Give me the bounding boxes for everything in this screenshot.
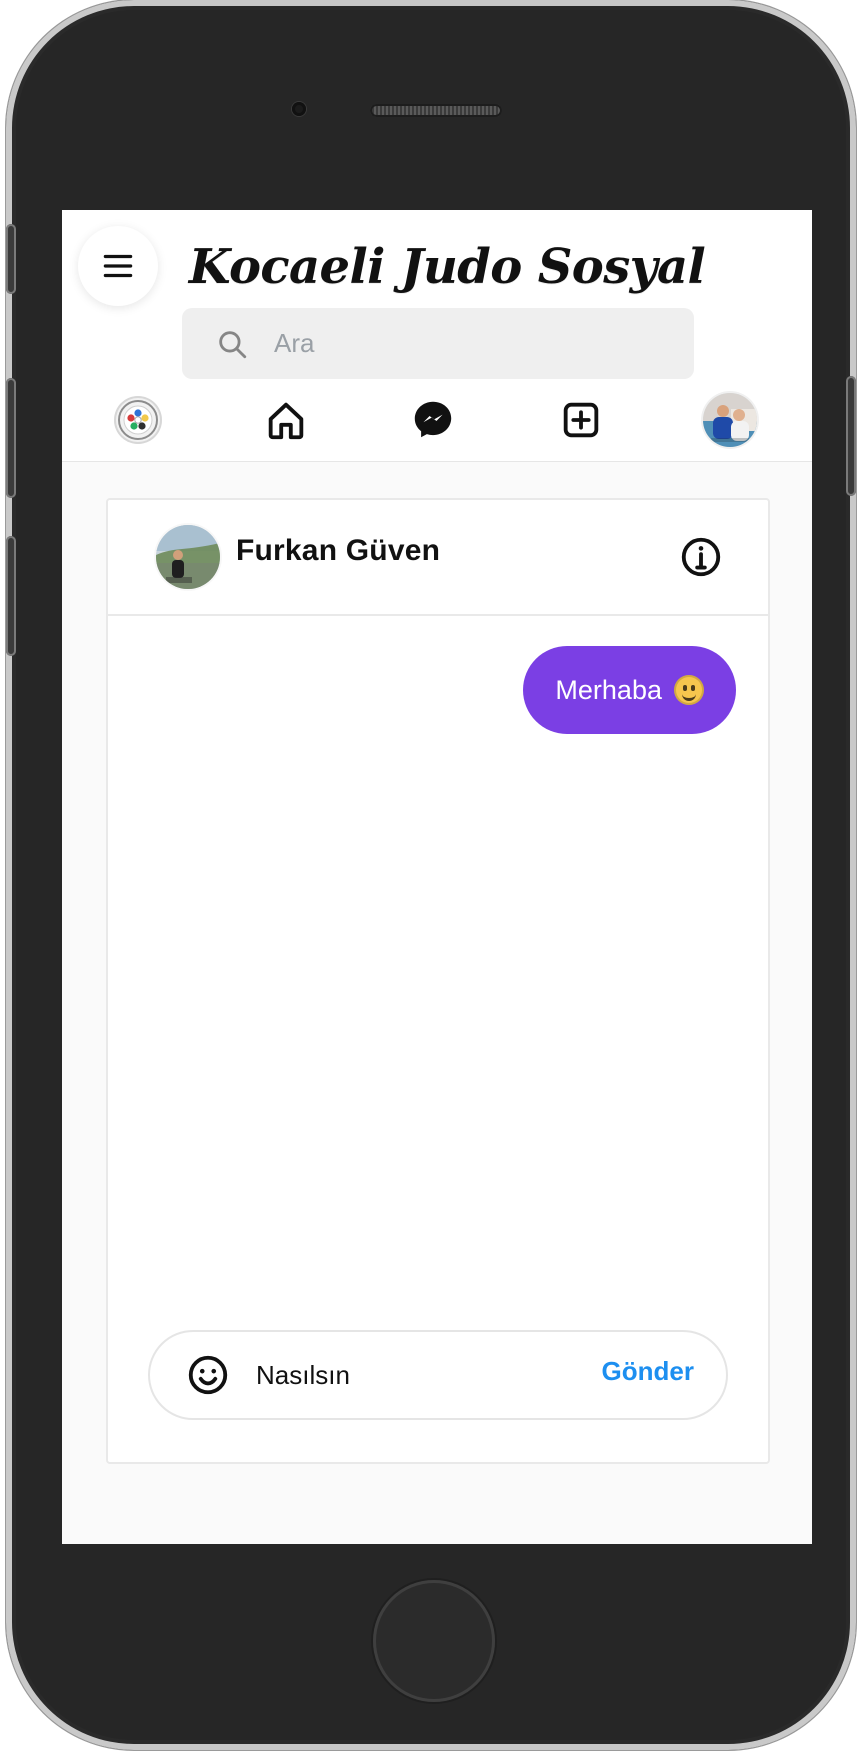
judo-logo <box>114 396 162 444</box>
profile-button[interactable] <box>700 390 760 450</box>
smile-emoji-icon <box>674 675 704 705</box>
hamburger-icon <box>103 254 133 278</box>
smile-mouth <box>682 690 696 701</box>
messenger-button[interactable] <box>403 390 463 450</box>
message-bubble: Merhaba <box>523 646 736 734</box>
search-input[interactable] <box>272 314 656 373</box>
message-composer: Gönder <box>148 1330 728 1420</box>
side-button-power <box>846 376 856 496</box>
avatar <box>703 393 757 447</box>
phone-screen: Kocaeli Judo Sosyal Ara Furkan Güven Mer… <box>62 210 812 1544</box>
message-input[interactable] <box>254 1346 558 1404</box>
recipient-photo <box>156 525 220 589</box>
brand-title: Kocaeli Judo Sosyal <box>188 239 706 295</box>
top-nav <box>62 390 812 460</box>
search-bar <box>182 308 694 379</box>
phone-frame: Kocaeli Judo Sosyal Ara Furkan Güven Mer… <box>6 0 856 1750</box>
side-button-mute <box>6 224 16 294</box>
chat-card: Furkan Güven Merhaba Nasılsın Gönder <box>106 498 770 1464</box>
app-topbar: Kocaeli Judo Sosyal <box>62 210 812 462</box>
messenger-icon <box>414 401 452 438</box>
info-icon <box>681 537 721 577</box>
message-text: Merhaba <box>555 674 662 705</box>
smile-icon <box>188 1355 228 1395</box>
emoji-picker-button[interactable] <box>180 1347 236 1403</box>
home-hardware-button[interactable] <box>373 1580 495 1702</box>
profile-photo <box>703 393 757 447</box>
recipient-avatar[interactable] <box>156 525 220 589</box>
home-button[interactable] <box>256 390 316 450</box>
search-icon <box>210 322 254 366</box>
add-icon <box>563 402 599 438</box>
hamburger-menu-button[interactable] <box>78 226 158 306</box>
send-button[interactable]: Gönder <box>602 1356 694 1387</box>
recipient-name: Furkan Güven <box>236 534 441 567</box>
front-camera <box>292 102 306 116</box>
judo-logo-button[interactable] <box>108 390 168 450</box>
home-icon <box>268 402 304 440</box>
chat-info-button[interactable] <box>678 534 724 580</box>
speaker-grille <box>370 104 502 117</box>
create-post-button[interactable] <box>551 390 611 450</box>
chat-header: Furkan Güven <box>108 500 768 616</box>
side-button-volume-down <box>6 536 16 656</box>
judo-emblem-icon <box>118 400 158 440</box>
side-button-volume-up <box>6 378 16 498</box>
